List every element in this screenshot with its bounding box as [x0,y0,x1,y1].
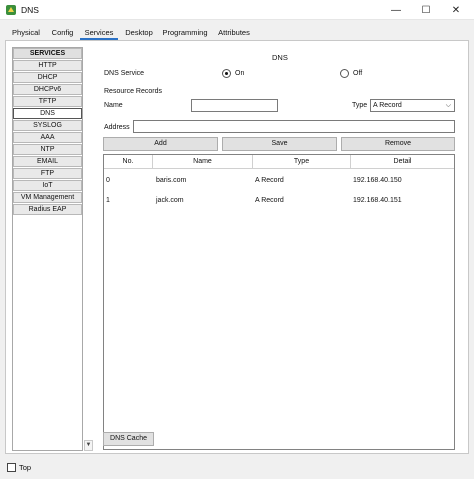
add-button[interactable]: Add [103,137,218,151]
cell-detail: 192.168.40.150 [353,177,402,184]
dns-off-radio[interactable] [340,69,349,78]
tab-attributes[interactable]: Attributes [214,26,254,40]
maximize-button[interactable]: ☐ [412,0,440,20]
cell-detail: 192.168.40.151 [353,197,402,204]
service-item-syslog[interactable]: SYSLOG [13,120,82,131]
cell-no: 1 [106,197,110,204]
dns-off-label: Off [353,70,363,77]
tab-programming[interactable]: Programming [161,26,209,40]
type-label: Type [352,102,368,109]
remove-button[interactable]: Remove [341,137,455,151]
cell-name: baris.com [156,177,187,184]
service-item-dhcp[interactable]: DHCP [13,72,82,83]
service-item-tftp[interactable]: TFTP [13,96,82,107]
dns-service-label: DNS Service [104,70,145,77]
dns-on-label: On [235,70,245,77]
type-select[interactable]: A Record ⌵ [370,99,455,112]
service-item-radius-eap[interactable]: Radius EAP [13,204,82,215]
services-header: SERVICES [13,48,82,59]
service-item-ftp[interactable]: FTP [13,168,82,179]
service-item-dhcpv6[interactable]: DHCPv6 [13,84,82,95]
top-checkbox[interactable] [7,463,16,472]
service-item-vm-management[interactable]: VM Management [13,192,82,203]
type-select-value: A Record [373,102,402,109]
service-item-iot[interactable]: IoT [13,180,82,191]
save-button[interactable]: Save [222,137,337,151]
column-header-detail[interactable]: Detail [351,155,454,169]
address-input[interactable] [133,120,455,133]
scroll-down-button[interactable]: ▼ [84,440,93,451]
address-label: Address [104,124,130,131]
service-item-email[interactable]: EMAIL [13,156,82,167]
chevron-down-icon: ▼ [85,442,92,448]
tab-config[interactable]: Config [49,26,76,40]
tab-desktop[interactable]: Desktop [122,26,156,40]
dns-cache-button[interactable]: DNS Cache [103,432,154,446]
column-header-no[interactable]: No. [104,155,153,169]
service-item-ntp[interactable]: NTP [13,144,82,155]
panel-title: DNS [272,53,288,62]
cell-name: jack.com [156,197,184,204]
tab-services[interactable]: Services [80,26,118,40]
window-title: DNS [21,5,39,15]
service-item-http[interactable]: HTTP [13,60,82,71]
name-label: Name [104,102,123,109]
service-item-dns[interactable]: DNS [13,108,82,119]
dns-on-radio[interactable] [222,69,231,78]
cell-type: A Record [255,197,284,204]
service-item-aaa[interactable]: AAA [13,132,82,143]
packet-tracer-icon [6,5,16,15]
minimize-button[interactable]: — [382,0,410,20]
tab-physical[interactable]: Physical [8,26,44,40]
top-label: Top [19,463,32,472]
cell-type: A Record [255,177,284,184]
column-header-type[interactable]: Type [253,155,351,169]
resource-records-label: Resource Records [104,88,162,95]
close-button[interactable]: ✕ [442,0,470,20]
name-input[interactable] [191,99,278,112]
chevron-down-icon: ⌵ [445,102,451,109]
column-header-name[interactable]: Name [153,155,253,169]
cell-no: 0 [106,177,110,184]
